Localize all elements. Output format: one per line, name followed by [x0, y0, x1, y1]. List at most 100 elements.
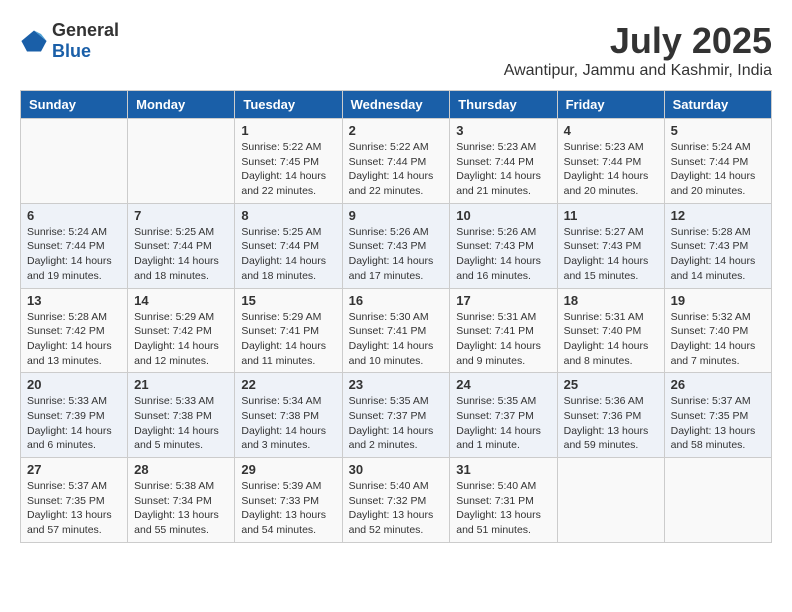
day-number: 5	[671, 123, 765, 138]
day-info: Sunrise: 5:32 AM Sunset: 7:40 PM Dayligh…	[671, 310, 765, 369]
day-number: 26	[671, 377, 765, 392]
day-info: Sunrise: 5:25 AM Sunset: 7:44 PM Dayligh…	[134, 225, 228, 284]
calendar-cell: 26 Sunrise: 5:37 AM Sunset: 7:35 PM Dayli…	[664, 373, 771, 458]
calendar-cell: 2 Sunrise: 5:22 AM Sunset: 7:44 PM Daylig…	[342, 119, 450, 204]
calendar-cell: 31 Sunrise: 5:40 AM Sunset: 7:31 PM Dayli…	[450, 458, 557, 543]
calendar-cell: 24 Sunrise: 5:35 AM Sunset: 7:37 PM Dayli…	[450, 373, 557, 458]
calendar-table: SundayMondayTuesdayWednesdayThursdayFrid…	[20, 90, 772, 543]
day-number: 16	[349, 293, 444, 308]
day-info: Sunrise: 5:31 AM Sunset: 7:41 PM Dayligh…	[456, 310, 550, 369]
day-info: Sunrise: 5:35 AM Sunset: 7:37 PM Dayligh…	[456, 394, 550, 453]
calendar-cell: 1 Sunrise: 5:22 AM Sunset: 7:45 PM Daylig…	[235, 119, 342, 204]
weekday-header-friday: Friday	[557, 91, 664, 119]
day-number: 28	[134, 462, 228, 477]
calendar-cell: 4 Sunrise: 5:23 AM Sunset: 7:44 PM Daylig…	[557, 119, 664, 204]
calendar-cell: 23Sunrise: 5:35 AM Sunset: 7:37 PM Dayli…	[342, 373, 450, 458]
day-info: Sunrise: 5:39 AM Sunset: 7:33 PM Dayligh…	[241, 479, 335, 538]
weekday-header-thursday: Thursday	[450, 91, 557, 119]
day-info: Sunrise: 5:28 AM Sunset: 7:42 PM Dayligh…	[27, 310, 121, 369]
day-number: 1	[241, 123, 335, 138]
calendar-cell: 10 Sunrise: 5:26 AM Sunset: 7:43 PM Dayli…	[450, 203, 557, 288]
weekday-header-wednesday: Wednesday	[342, 91, 450, 119]
day-number: 21	[134, 377, 228, 392]
day-number: 25	[564, 377, 658, 392]
calendar-cell: 29Sunrise: 5:39 AM Sunset: 7:33 PM Dayli…	[235, 458, 342, 543]
day-info: Sunrise: 5:37 AM Sunset: 7:35 PM Dayligh…	[27, 479, 121, 538]
day-info: Sunrise: 5:26 AM Sunset: 7:43 PM Dayligh…	[349, 225, 444, 284]
day-info: Sunrise: 5:33 AM Sunset: 7:39 PM Dayligh…	[27, 394, 121, 453]
calendar-cell: 9 Sunrise: 5:26 AM Sunset: 7:43 PM Daylig…	[342, 203, 450, 288]
weekday-header-monday: Monday	[128, 91, 235, 119]
calendar-cell	[557, 458, 664, 543]
day-info: Sunrise: 5:38 AM Sunset: 7:34 PM Dayligh…	[134, 479, 228, 538]
calendar-cell	[21, 119, 128, 204]
day-info: Sunrise: 5:23 AM Sunset: 7:44 PM Dayligh…	[564, 140, 658, 199]
day-number: 24	[456, 377, 550, 392]
day-info: Sunrise: 5:40 AM Sunset: 7:32 PM Dayligh…	[349, 479, 444, 538]
calendar-cell: 16Sunrise: 5:30 AM Sunset: 7:41 PM Dayli…	[342, 288, 450, 373]
calendar-cell	[664, 458, 771, 543]
week-row-1: 1 Sunrise: 5:22 AM Sunset: 7:45 PM Daylig…	[21, 119, 772, 204]
day-number: 12	[671, 208, 765, 223]
title-area: July 2025 Awantipur, Jammu and Kashmir, …	[504, 20, 772, 80]
day-info: Sunrise: 5:27 AM Sunset: 7:43 PM Dayligh…	[564, 225, 658, 284]
week-row-2: 6Sunrise: 5:24 AM Sunset: 7:44 PM Daylig…	[21, 203, 772, 288]
day-number: 31	[456, 462, 550, 477]
calendar-cell: 15 Sunrise: 5:29 AM Sunset: 7:41 PM Dayli…	[235, 288, 342, 373]
day-info: Sunrise: 5:35 AM Sunset: 7:37 PM Dayligh…	[349, 394, 444, 453]
calendar-cell: 28 Sunrise: 5:38 AM Sunset: 7:34 PM Dayli…	[128, 458, 235, 543]
calendar-cell: 11 Sunrise: 5:27 AM Sunset: 7:43 PM Dayli…	[557, 203, 664, 288]
calendar-cell: 3 Sunrise: 5:23 AM Sunset: 7:44 PM Daylig…	[450, 119, 557, 204]
day-number: 18	[564, 293, 658, 308]
calendar-cell: 17 Sunrise: 5:31 AM Sunset: 7:41 PM Dayli…	[450, 288, 557, 373]
day-number: 15	[241, 293, 335, 308]
day-info: Sunrise: 5:33 AM Sunset: 7:38 PM Dayligh…	[134, 394, 228, 453]
week-row-4: 20Sunrise: 5:33 AM Sunset: 7:39 PM Dayli…	[21, 373, 772, 458]
day-info: Sunrise: 5:22 AM Sunset: 7:45 PM Dayligh…	[241, 140, 335, 199]
calendar-cell: 14Sunrise: 5:29 AM Sunset: 7:42 PM Dayli…	[128, 288, 235, 373]
day-number: 17	[456, 293, 550, 308]
weekday-header-row: SundayMondayTuesdayWednesdayThursdayFrid…	[21, 91, 772, 119]
calendar-cell: 7 Sunrise: 5:25 AM Sunset: 7:44 PM Daylig…	[128, 203, 235, 288]
weekday-header-saturday: Saturday	[664, 91, 771, 119]
day-number: 9	[349, 208, 444, 223]
day-info: Sunrise: 5:29 AM Sunset: 7:41 PM Dayligh…	[241, 310, 335, 369]
logo-general: General	[52, 20, 119, 40]
day-info: Sunrise: 5:23 AM Sunset: 7:44 PM Dayligh…	[456, 140, 550, 199]
logo: General Blue	[20, 20, 119, 62]
day-info: Sunrise: 5:40 AM Sunset: 7:31 PM Dayligh…	[456, 479, 550, 538]
day-info: Sunrise: 5:24 AM Sunset: 7:44 PM Dayligh…	[671, 140, 765, 199]
calendar-cell: 18 Sunrise: 5:31 AM Sunset: 7:40 PM Dayli…	[557, 288, 664, 373]
day-number: 30	[349, 462, 444, 477]
day-info: Sunrise: 5:22 AM Sunset: 7:44 PM Dayligh…	[349, 140, 444, 199]
calendar-cell	[128, 119, 235, 204]
day-number: 4	[564, 123, 658, 138]
day-info: Sunrise: 5:36 AM Sunset: 7:36 PM Dayligh…	[564, 394, 658, 453]
day-info: Sunrise: 5:31 AM Sunset: 7:40 PM Dayligh…	[564, 310, 658, 369]
calendar-cell: 8Sunrise: 5:25 AM Sunset: 7:44 PM Daylig…	[235, 203, 342, 288]
day-number: 7	[134, 208, 228, 223]
calendar-cell: 30 Sunrise: 5:40 AM Sunset: 7:32 PM Dayli…	[342, 458, 450, 543]
day-number: 11	[564, 208, 658, 223]
calendar-cell: 22Sunrise: 5:34 AM Sunset: 7:38 PM Dayli…	[235, 373, 342, 458]
day-number: 2	[349, 123, 444, 138]
day-number: 3	[456, 123, 550, 138]
day-info: Sunrise: 5:24 AM Sunset: 7:44 PM Dayligh…	[27, 225, 121, 284]
day-info: Sunrise: 5:37 AM Sunset: 7:35 PM Dayligh…	[671, 394, 765, 453]
calendar-cell: 20Sunrise: 5:33 AM Sunset: 7:39 PM Dayli…	[21, 373, 128, 458]
day-info: Sunrise: 5:29 AM Sunset: 7:42 PM Dayligh…	[134, 310, 228, 369]
calendar-cell: 21 Sunrise: 5:33 AM Sunset: 7:38 PM Dayli…	[128, 373, 235, 458]
day-number: 13	[27, 293, 121, 308]
header: General Blue July 2025 Awantipur, Jammu …	[20, 20, 772, 80]
week-row-3: 13 Sunrise: 5:28 AM Sunset: 7:42 PM Dayli…	[21, 288, 772, 373]
day-info: Sunrise: 5:26 AM Sunset: 7:43 PM Dayligh…	[456, 225, 550, 284]
logo-icon	[20, 27, 48, 55]
day-number: 27	[27, 462, 121, 477]
week-row-5: 27 Sunrise: 5:37 AM Sunset: 7:35 PM Dayli…	[21, 458, 772, 543]
day-info: Sunrise: 5:34 AM Sunset: 7:38 PM Dayligh…	[241, 394, 335, 453]
weekday-header-sunday: Sunday	[21, 91, 128, 119]
day-number: 19	[671, 293, 765, 308]
day-number: 10	[456, 208, 550, 223]
calendar-cell: 25 Sunrise: 5:36 AM Sunset: 7:36 PM Dayli…	[557, 373, 664, 458]
calendar-cell: 13 Sunrise: 5:28 AM Sunset: 7:42 PM Dayli…	[21, 288, 128, 373]
